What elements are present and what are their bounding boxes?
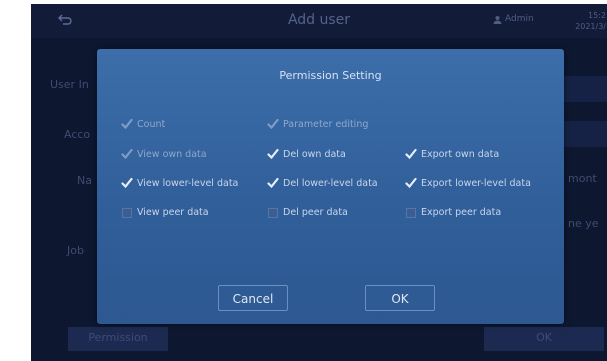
account-label: Acco: [64, 128, 91, 141]
user-name: Admin: [505, 14, 534, 24]
permission-label: Del peer data: [283, 207, 348, 218]
permission-label: Export peer data: [421, 207, 502, 218]
checkmark-icon[interactable]: [267, 177, 279, 189]
time-text: 15:2: [588, 11, 606, 20]
permission-label: Del own data: [283, 149, 346, 160]
permission-label: View lower-level data: [137, 178, 239, 189]
permission-item[interactable]: Export peer data: [406, 207, 501, 218]
permission-item[interactable]: View peer data: [122, 207, 209, 218]
permission-item: Count: [121, 118, 166, 130]
checkmark-icon[interactable]: [121, 177, 133, 189]
permission-label: Del lower-level data: [283, 178, 378, 189]
permission-item: View own data: [121, 148, 207, 160]
permission-item[interactable]: Del own data: [267, 148, 346, 160]
checkmark-icon[interactable]: [267, 148, 279, 160]
permission-label: Export own data: [421, 149, 500, 160]
current-user: Admin: [493, 14, 534, 24]
bg-right-text-1: mont: [568, 172, 597, 185]
bg-right-text-2: ne ye: [568, 217, 599, 230]
checkmark-icon: [121, 148, 133, 160]
permission-item[interactable]: Del peer data: [268, 207, 348, 218]
user-icon: [493, 15, 502, 24]
name-label: Na: [77, 174, 92, 187]
bg-field-2: [563, 121, 607, 147]
ok-button-bg[interactable]: OK: [484, 327, 604, 351]
permission-item[interactable]: Export own data: [405, 148, 500, 160]
date-text: 2021/3/: [575, 22, 606, 31]
permission-item: Parameter editing: [267, 118, 369, 130]
checkmark-icon[interactable]: [405, 148, 417, 160]
unchecked-box-icon[interactable]: [268, 207, 278, 218]
unchecked-box-icon[interactable]: [122, 207, 132, 218]
user-info-label: User In: [50, 78, 89, 91]
permission-label: View peer data: [137, 207, 209, 218]
permission-label: Export lower-level data: [421, 178, 531, 189]
cancel-button[interactable]: Cancel: [218, 285, 288, 311]
job-label: Job: [67, 244, 84, 257]
datetime: 15:2 2021/3/: [566, 10, 606, 32]
dialog-title: Permission Setting: [279, 69, 382, 82]
permission-item[interactable]: View lower-level data: [121, 177, 239, 189]
checkmark-icon[interactable]: [405, 177, 417, 189]
permission-label: Parameter editing: [283, 119, 369, 130]
ok-button[interactable]: OK: [365, 285, 435, 311]
unchecked-box-icon[interactable]: [406, 207, 416, 218]
permission-button[interactable]: Permission: [68, 327, 168, 351]
title-bar: Add user Admin 15:2 2021/3/: [31, 4, 607, 38]
permission-label: View own data: [137, 149, 207, 160]
permission-item[interactable]: Del lower-level data: [267, 177, 378, 189]
checkmark-icon: [267, 118, 279, 130]
checkmark-icon: [121, 118, 133, 130]
bg-field-1: [563, 76, 607, 102]
permission-label: Count: [137, 119, 166, 130]
permission-item[interactable]: Export lower-level data: [405, 177, 531, 189]
permission-dialog: Permission Setting Count Parameter editin…: [97, 49, 564, 324]
